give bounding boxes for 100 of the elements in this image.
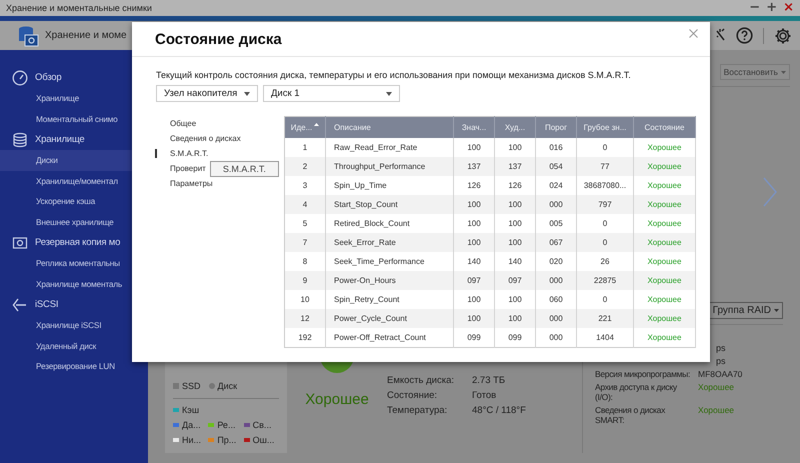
- help-icon[interactable]: [736, 27, 753, 44]
- nav-item[interactable]: S.M.A.R.T.: [155, 149, 208, 158]
- caret-icon: [781, 70, 786, 74]
- table-cell: 100: [494, 195, 536, 214]
- legend-label: Да...: [182, 420, 201, 430]
- info-label: Версия микропрограммы:: [595, 369, 692, 379]
- table-cell: 1404: [576, 328, 634, 348]
- minimize-button[interactable]: −: [749, 1, 760, 15]
- table-cell: 000: [536, 309, 576, 328]
- table-cell: Хорошее: [634, 271, 696, 290]
- sidebar-heading[interactable]: iSCSI: [35, 299, 58, 310]
- table-cell: 4: [284, 195, 326, 214]
- table-cell: 12: [284, 309, 326, 328]
- info-label: Состояние:: [387, 390, 438, 401]
- table-cell: Power-Off_Retract_Count: [326, 328, 454, 348]
- info-value: ps: [715, 356, 727, 366]
- caret-icon: [244, 92, 250, 96]
- table-cell: Хорошее: [634, 309, 696, 328]
- gauge-icon: [12, 70, 28, 86]
- window-title: Хранение и моментальные снимки: [6, 3, 152, 13]
- raid-group-button[interactable]: Группа RAID: [708, 302, 783, 318]
- table-cell: 22875: [576, 271, 634, 290]
- info-value: 2.73 ТБ: [472, 375, 506, 386]
- square-icon: [173, 383, 179, 389]
- table-cell: 77: [576, 157, 634, 176]
- table-cell: 100: [494, 309, 536, 328]
- close-icon[interactable]: [689, 29, 698, 38]
- maximize-button[interactable]: +: [766, 1, 778, 15]
- sidebar-heading[interactable]: Резервная копия мо: [35, 237, 120, 248]
- table-cell: 2: [284, 157, 326, 176]
- table-cell: Power_Cycle_Count: [326, 309, 454, 328]
- table-cell: Seek_Error_Rate: [326, 233, 454, 252]
- table-cell: 137: [454, 157, 494, 176]
- table-cell: 100: [494, 233, 536, 252]
- info-value: 48°C / 118°F: [472, 405, 527, 416]
- table-cell: 192: [284, 328, 326, 348]
- table-cell: 7: [284, 233, 326, 252]
- table-cell: 000: [536, 195, 576, 214]
- legend-label: Ре...: [217, 420, 236, 430]
- node-dropdown[interactable]: Узел накопителя: [156, 85, 258, 102]
- legend-label: SSD: [182, 381, 201, 391]
- table-cell: Хорошее: [634, 157, 696, 176]
- app-title: Хранение и моме: [45, 30, 127, 41]
- table-cell: 099: [494, 328, 536, 348]
- table-cell: 100: [454, 195, 494, 214]
- database-icon: [17, 24, 39, 46]
- table-cell: 9: [284, 271, 326, 290]
- nav-item[interactable]: Общее: [155, 119, 196, 128]
- disk-dropdown[interactable]: Диск 1: [263, 85, 400, 102]
- info-label: Температура:: [387, 405, 448, 416]
- sidebar-heading[interactable]: Обзор: [35, 72, 62, 83]
- info-label: Архив доступа к диску (I/O):: [595, 382, 678, 402]
- database-icon: [12, 132, 28, 148]
- status-text: Хорошее: [305, 391, 369, 408]
- sidebar-item[interactable]: Резервирование LUN: [0, 356, 148, 376]
- table-cell: 054: [536, 157, 576, 176]
- nav-item[interactable]: Сведения о дисках: [155, 134, 241, 143]
- caret-icon: [774, 308, 779, 312]
- table-cell: 0: [576, 233, 634, 252]
- info-value: ps: [715, 343, 727, 353]
- smart-button[interactable]: S.M.A.R.T.: [210, 160, 279, 176]
- dialog-title: Состояние диска: [155, 30, 282, 48]
- table-cell: 100: [454, 309, 494, 328]
- info-label: Сведения о дисках SMART:: [595, 405, 666, 425]
- legend-label: Кэш: [182, 405, 200, 415]
- table-cell: 000: [536, 328, 576, 348]
- info-label: Емкость диска:: [387, 375, 455, 386]
- info-value: Готов: [472, 390, 498, 401]
- table-cell: Хорошее: [634, 328, 696, 348]
- circle-icon: [208, 383, 215, 389]
- nav-item[interactable]: Проверит: [155, 164, 206, 173]
- table-cell: 067: [536, 233, 576, 252]
- legend-label: Пр...: [217, 435, 236, 445]
- camera-icon: [12, 234, 28, 250]
- nav-item[interactable]: Параметры: [155, 179, 213, 188]
- table-cell: 797: [576, 195, 634, 214]
- table-cell: 221: [576, 309, 634, 328]
- table-cell: 097: [494, 271, 536, 290]
- info-value: MF8OAA70: [697, 369, 742, 379]
- table-cell: 000: [536, 271, 576, 290]
- info-value: Хорошее: [697, 382, 736, 394]
- table-cell: Start_Stop_Count: [326, 195, 454, 214]
- caret-icon: [386, 92, 392, 96]
- table-cell: Хорошее: [634, 233, 696, 252]
- table-cell: Throughput_Performance: [326, 157, 454, 176]
- table-cell: 137: [494, 157, 536, 176]
- description-text: Текущий контроль состояния диска, температуры и его использования при помощи механизма дисков S.M.A.R.T.: [156, 70, 632, 80]
- legend-label: Ош...: [252, 435, 274, 445]
- sort-icon: [314, 123, 320, 126]
- legend-label: Ни...: [182, 435, 202, 445]
- legend-label: Св...: [252, 420, 272, 430]
- table-cell: Power-On_Hours: [326, 271, 454, 290]
- table-cell: 100: [454, 233, 494, 252]
- table-cell: 097: [454, 271, 494, 290]
- settings-icon[interactable]: [774, 26, 792, 44]
- table-cell: Хорошее: [634, 195, 696, 214]
- info-value: Хорошее: [697, 405, 736, 417]
- sidebar-heading[interactable]: Хранилище: [35, 134, 84, 145]
- table-cell: 099: [454, 328, 494, 348]
- legend-label: Диск: [218, 381, 238, 391]
